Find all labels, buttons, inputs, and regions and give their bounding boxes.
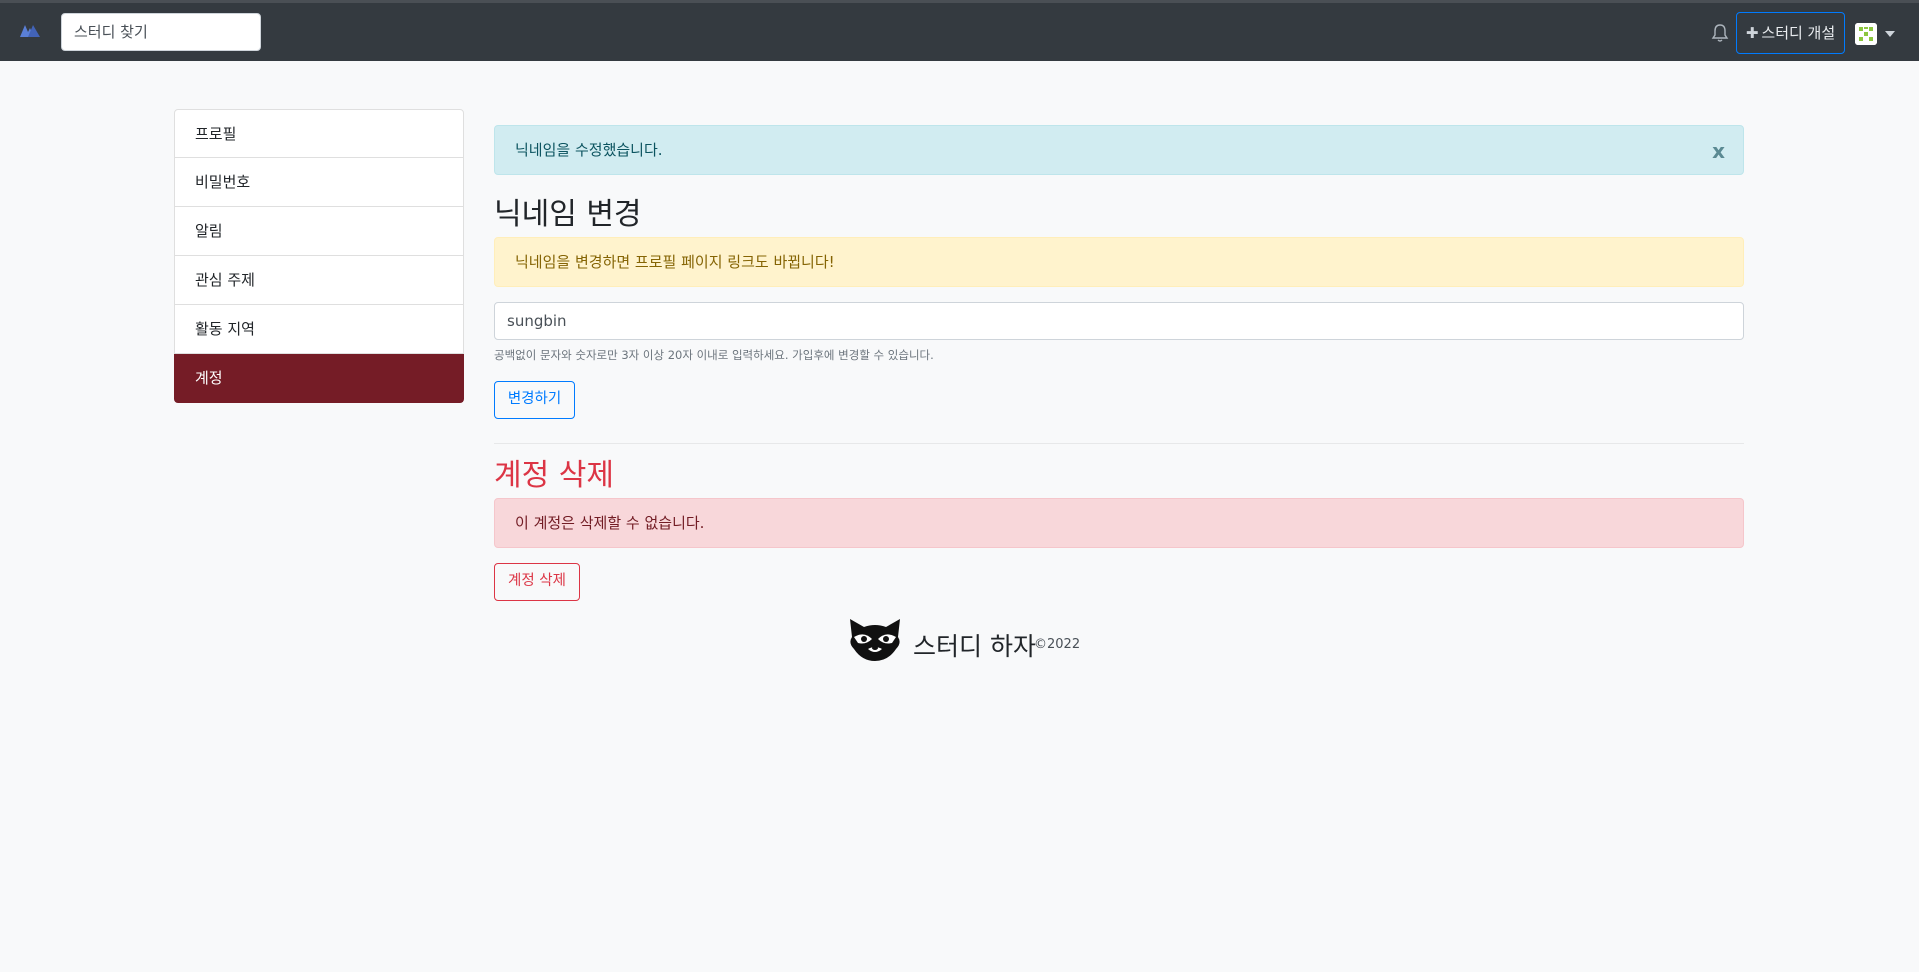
raccoon-logo-icon (850, 619, 900, 661)
sidebar-item-profile[interactable]: 프로필 (174, 109, 464, 158)
sidebar-item-password[interactable]: 비밀번호 (174, 158, 464, 207)
sidebar-item-zones[interactable]: 활동 지역 (174, 305, 464, 354)
sidebar-item-tags[interactable]: 관심 주제 (174, 256, 464, 305)
footer: 스터디 하자 ©2022 (846, 609, 1146, 669)
sidebar-item-notifications[interactable]: 알림 (174, 207, 464, 256)
nickname-heading: 닉네임 변경 (494, 197, 642, 232)
nickname-warning-alert: 닉네임을 변경하면 프로필 페이지 링크도 바뀝니다! (494, 237, 1744, 287)
delete-account-button[interactable]: 계정 삭제 (494, 563, 580, 601)
footer-copyright: ©2022 (1034, 637, 1081, 652)
delete-warning-text: 이 계정은 삭제할 수 없습니다. (515, 514, 705, 532)
chevron-down-icon[interactable] (1885, 31, 1895, 37)
change-nickname-button[interactable]: 변경하기 (494, 381, 575, 419)
divider (494, 443, 1744, 444)
nickname-help-text: 공백없이 문자와 숫자로만 3자 이상 20자 이내로 입력하세요. 가입후에 … (494, 348, 934, 362)
create-study-label: 스터디 개설 (1761, 24, 1836, 42)
plus-icon: ✚ (1745, 24, 1759, 42)
success-alert: 닉네임을 수정했습니다. x (494, 125, 1744, 175)
mountain-logo-icon[interactable] (20, 23, 40, 39)
delete-account-heading: 계정 삭제 (494, 458, 614, 493)
bell-icon[interactable] (1711, 23, 1729, 43)
main-content: 닉네임을 수정했습니다. x 닉네임 변경 닉네임을 변경하면 프로필 페이지 … (494, 125, 1744, 661)
search-input[interactable]: 스터디 찾기 (61, 13, 261, 51)
success-alert-text: 닉네임을 수정했습니다. (515, 141, 663, 159)
create-study-button[interactable]: ✚ 스터디 개설 (1736, 12, 1845, 54)
sidebar-item-account[interactable]: 계정 (174, 354, 464, 403)
close-icon[interactable]: x (1712, 127, 1725, 175)
avatar[interactable] (1855, 23, 1877, 45)
settings-sidebar: 프로필 비밀번호 알림 관심 주제 활동 지역 계정 (174, 109, 464, 403)
footer-brand: 스터디 하자 (913, 632, 1036, 661)
top-navbar: 스터디 찾기 ✚ 스터디 개설 (0, 0, 1919, 61)
nickname-input[interactable]: sungbin (494, 302, 1744, 340)
nickname-warning-text: 닉네임을 변경하면 프로필 페이지 링크도 바뀝니다! (515, 253, 835, 271)
delete-warning-alert: 이 계정은 삭제할 수 없습니다. (494, 498, 1744, 548)
identicon-icon (1855, 23, 1877, 45)
